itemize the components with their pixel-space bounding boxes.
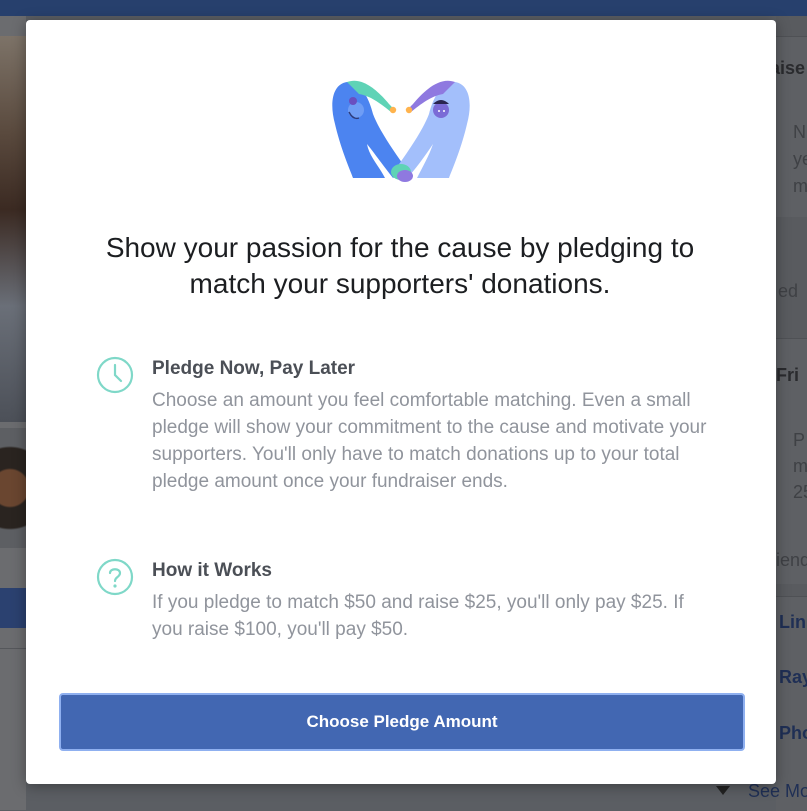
pledge-match-dialog: Show your passion for the cause by pledg… xyxy=(26,20,776,784)
friends-card-text-line: m xyxy=(793,456,807,476)
friend-link: Pho xyxy=(779,723,807,743)
raised-card-text-line: N xyxy=(793,122,806,142)
organizer-avatar-photo xyxy=(0,428,26,548)
friends-card-text-line: P xyxy=(793,430,806,450)
raised-amount-label: ed xyxy=(778,281,799,301)
friends-card-title: Fri xyxy=(776,365,800,385)
background-action-bar xyxy=(0,588,26,628)
clock-icon xyxy=(96,356,134,394)
feature-description: Choose an amount you feel comfortable ma… xyxy=(152,390,707,492)
see-more-link: See Mo xyxy=(748,781,807,801)
feature-title: Pledge Now, Pay Later xyxy=(152,358,356,379)
friends-card-text-line: 25 xyxy=(793,482,807,502)
feature-description: If you pledge to match $50 and raise $25… xyxy=(152,592,684,640)
feature-title: How it Works xyxy=(152,560,272,581)
divider xyxy=(0,648,26,649)
raised-card-text-line: ye xyxy=(793,149,807,169)
choose-pledge-amount-button[interactable]: Choose Pledge Amount xyxy=(59,693,745,751)
dialog-headline: Show your passion for the cause by pledg… xyxy=(105,232,695,299)
caret-down-icon xyxy=(716,786,730,795)
top-navigation-bar xyxy=(0,0,807,16)
question-circle-icon xyxy=(96,558,134,596)
heart-hands-illustration xyxy=(332,80,470,182)
friend-search-input: iend xyxy=(776,550,807,570)
cover-photo xyxy=(0,36,26,422)
friend-link: Ray xyxy=(779,667,807,687)
raised-card-text-line: m xyxy=(793,176,807,196)
friend-link: Lin xyxy=(779,612,806,632)
